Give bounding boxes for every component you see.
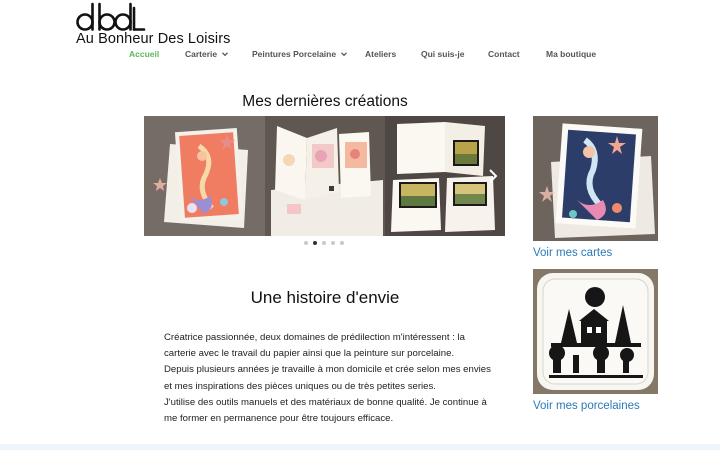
chevron-down-icon [341, 52, 348, 57]
carousel-image-floral-cards[interactable] [265, 116, 385, 236]
nav-item-qui-suis-je[interactable]: Qui suis-je [421, 49, 464, 59]
nav-item-ma-boutique[interactable]: Ma boutique [546, 49, 596, 59]
chevron-down-icon [222, 52, 229, 57]
nav-item-peintures-porcelaine[interactable]: Peintures Porcelaine [252, 49, 348, 59]
nav-item-label: Ateliers [365, 49, 397, 59]
carousel-dot[interactable] [340, 241, 344, 245]
nav-item-accueil[interactable]: Accueil [129, 49, 159, 59]
porcelain-preview-image[interactable] [533, 269, 658, 394]
cards-preview-image[interactable] [533, 116, 658, 241]
nav-item-label: Peintures Porcelaine [252, 49, 337, 59]
nav-item-label: Ma boutique [546, 49, 597, 59]
carousel-pagination [304, 241, 344, 245]
story-paragraph: Créatrice passionnée, deux domaines de p… [164, 332, 466, 360]
chevron-right-icon[interactable] [487, 168, 499, 184]
section-title-creations: Mes dernières créations [242, 93, 408, 110]
nav-item-carterie[interactable]: Carterie [185, 49, 229, 59]
creations-carousel[interactable] [144, 116, 505, 236]
story-text: Créatrice passionnée, deux domaines de p… [164, 330, 494, 427]
nav-item-label: Carterie [185, 49, 218, 59]
footer-strip [0, 444, 720, 450]
carousel-dot[interactable] [331, 241, 335, 245]
nav-item-label: Qui suis-je [421, 49, 465, 59]
nav-item-contact[interactable]: Contact [488, 49, 520, 59]
story-paragraph: Depuis plusieurs années je travaille à m… [164, 364, 491, 392]
carousel-dot-active[interactable] [313, 241, 317, 245]
carousel-image-mermaid-card[interactable] [144, 116, 265, 236]
story-paragraph: J'utilise des outils manuels et des maté… [164, 396, 487, 425]
view-porcelain-link[interactable]: Voir mes porcelaines [533, 400, 640, 412]
nav-item-label: Contact [488, 49, 520, 59]
site-title[interactable]: Au Bonheur Des Loisirs [76, 31, 231, 47]
nav-item-label: Accueil [129, 49, 160, 59]
view-cards-link[interactable]: Voir mes cartes [533, 247, 612, 259]
brand-logo-icon[interactable] [76, 2, 146, 34]
carousel-dot[interactable] [322, 241, 326, 245]
main-nav: Accueil Carterie Peintures Porcelaine At… [0, 49, 720, 63]
nav-item-ateliers[interactable]: Ateliers [365, 49, 396, 59]
section-title-story: Une histoire d'envie [250, 288, 400, 307]
carousel-dot[interactable] [304, 241, 308, 245]
